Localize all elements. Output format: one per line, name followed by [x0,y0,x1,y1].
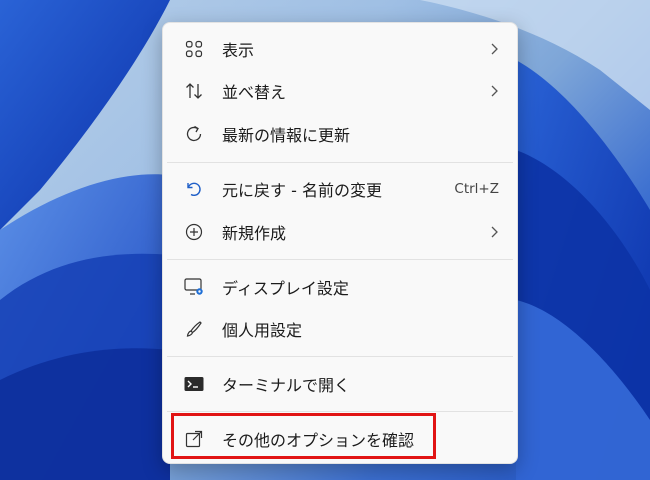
menu-item-undo[interactable]: 元に戻す - 名前の変更 Ctrl+Z [167,169,513,209]
plus-circle-icon [183,221,205,243]
menu-item-label: 新規作成 [222,224,287,243]
menu-item-sort[interactable]: 並べ替え [167,71,513,111]
menu-item-label: ターミナルで開く [222,376,351,395]
menu-item-label: 表示 [222,41,255,60]
menu-item-label: 個人用設定 [222,321,303,340]
grid-icon [183,38,205,60]
refresh-icon [183,123,205,145]
undo-icon [183,178,205,200]
menu-item-label: 並べ替え [222,83,287,102]
menu-separator [167,411,513,412]
menu-item-display-settings[interactable]: ディスプレイ設定 [167,267,513,307]
terminal-icon [183,373,205,395]
chevron-right-icon [489,84,499,98]
red-highlight-box [171,413,436,459]
context-menu: 表示 並べ替え 最新の情報に更新 元に戻す - 名前の変更 Ctrl+Z 新規作… [162,22,518,464]
shortcut-label: Ctrl+Z [454,181,499,197]
chevron-right-icon [489,42,499,56]
menu-item-new[interactable]: 新規作成 [167,212,513,252]
menu-item-refresh[interactable]: 最新の情報に更新 [167,114,513,154]
menu-item-label: ディスプレイ設定 [222,279,349,298]
menu-item-open-terminal[interactable]: ターミナルで開く [167,364,513,404]
menu-item-label: 元に戻す - 名前の変更 [222,181,382,200]
menu-item-label: 最新の情報に更新 [222,126,351,145]
menu-separator [167,162,513,163]
brush-icon [183,318,205,340]
menu-separator [167,356,513,357]
display-settings-icon [183,276,205,298]
menu-item-view[interactable]: 表示 [167,29,513,69]
chevron-right-icon [489,225,499,239]
menu-separator [167,259,513,260]
sort-icon [183,80,205,102]
menu-item-personalize[interactable]: 個人用設定 [167,309,513,349]
